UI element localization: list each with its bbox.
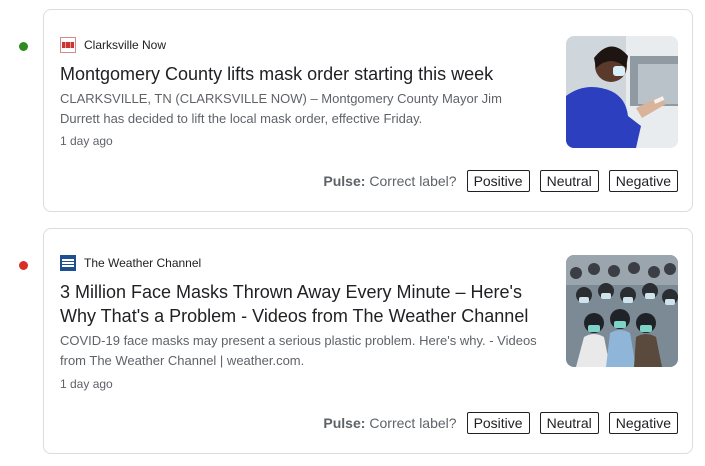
- pulse-question: Correct label?: [369, 415, 457, 431]
- news-card: The Weather Channel 3 Million Face Masks…: [43, 228, 693, 454]
- weather-channel-favicon-icon: [60, 255, 76, 271]
- article-thumbnail[interactable]: [566, 255, 678, 367]
- pulse-question: Correct label?: [369, 173, 457, 189]
- crowd-masks-photo-icon: [566, 255, 678, 367]
- article-time: 1 day ago: [60, 134, 113, 148]
- article-headline[interactable]: 3 Million Face Masks Thrown Away Every M…: [60, 280, 540, 328]
- article-snippet: CLARKSVILLE, TN (CLARKSVILLE NOW) – Mont…: [60, 91, 502, 126]
- positive-button[interactable]: Positive: [466, 170, 530, 192]
- positive-button[interactable]: Positive: [466, 412, 530, 434]
- negative-button[interactable]: Negative: [608, 412, 678, 434]
- source-name[interactable]: The Weather Channel: [84, 256, 201, 270]
- news-card: Clarksville Now Montgomery County lifts …: [43, 9, 693, 212]
- source-name[interactable]: Clarksville Now: [84, 38, 166, 52]
- source-row: The Weather Channel: [60, 255, 201, 271]
- negative-button[interactable]: Negative: [608, 170, 678, 192]
- status-dot-negative: [19, 261, 28, 270]
- article-time: 1 day ago: [60, 377, 113, 391]
- article-thumbnail[interactable]: [566, 36, 678, 148]
- pulse-label-bar: Pulse: Correct label? Positive Neutral N…: [323, 412, 678, 434]
- article-snippet: COVID-19 face masks may present a seriou…: [60, 333, 537, 368]
- neutral-button[interactable]: Neutral: [539, 170, 599, 192]
- clarksville-now-favicon-icon: [60, 37, 76, 53]
- status-dot-positive: [19, 42, 28, 51]
- pulse-label-bar: Pulse: Correct label? Positive Neutral N…: [323, 170, 678, 192]
- pulse-title: Pulse:: [323, 415, 366, 431]
- pulse-title: Pulse:: [323, 173, 366, 189]
- article-headline[interactable]: Montgomery County lifts mask order start…: [60, 62, 540, 86]
- vaccination-photo-icon: [566, 36, 678, 148]
- neutral-button[interactable]: Neutral: [539, 412, 599, 434]
- source-row: Clarksville Now: [60, 37, 166, 53]
